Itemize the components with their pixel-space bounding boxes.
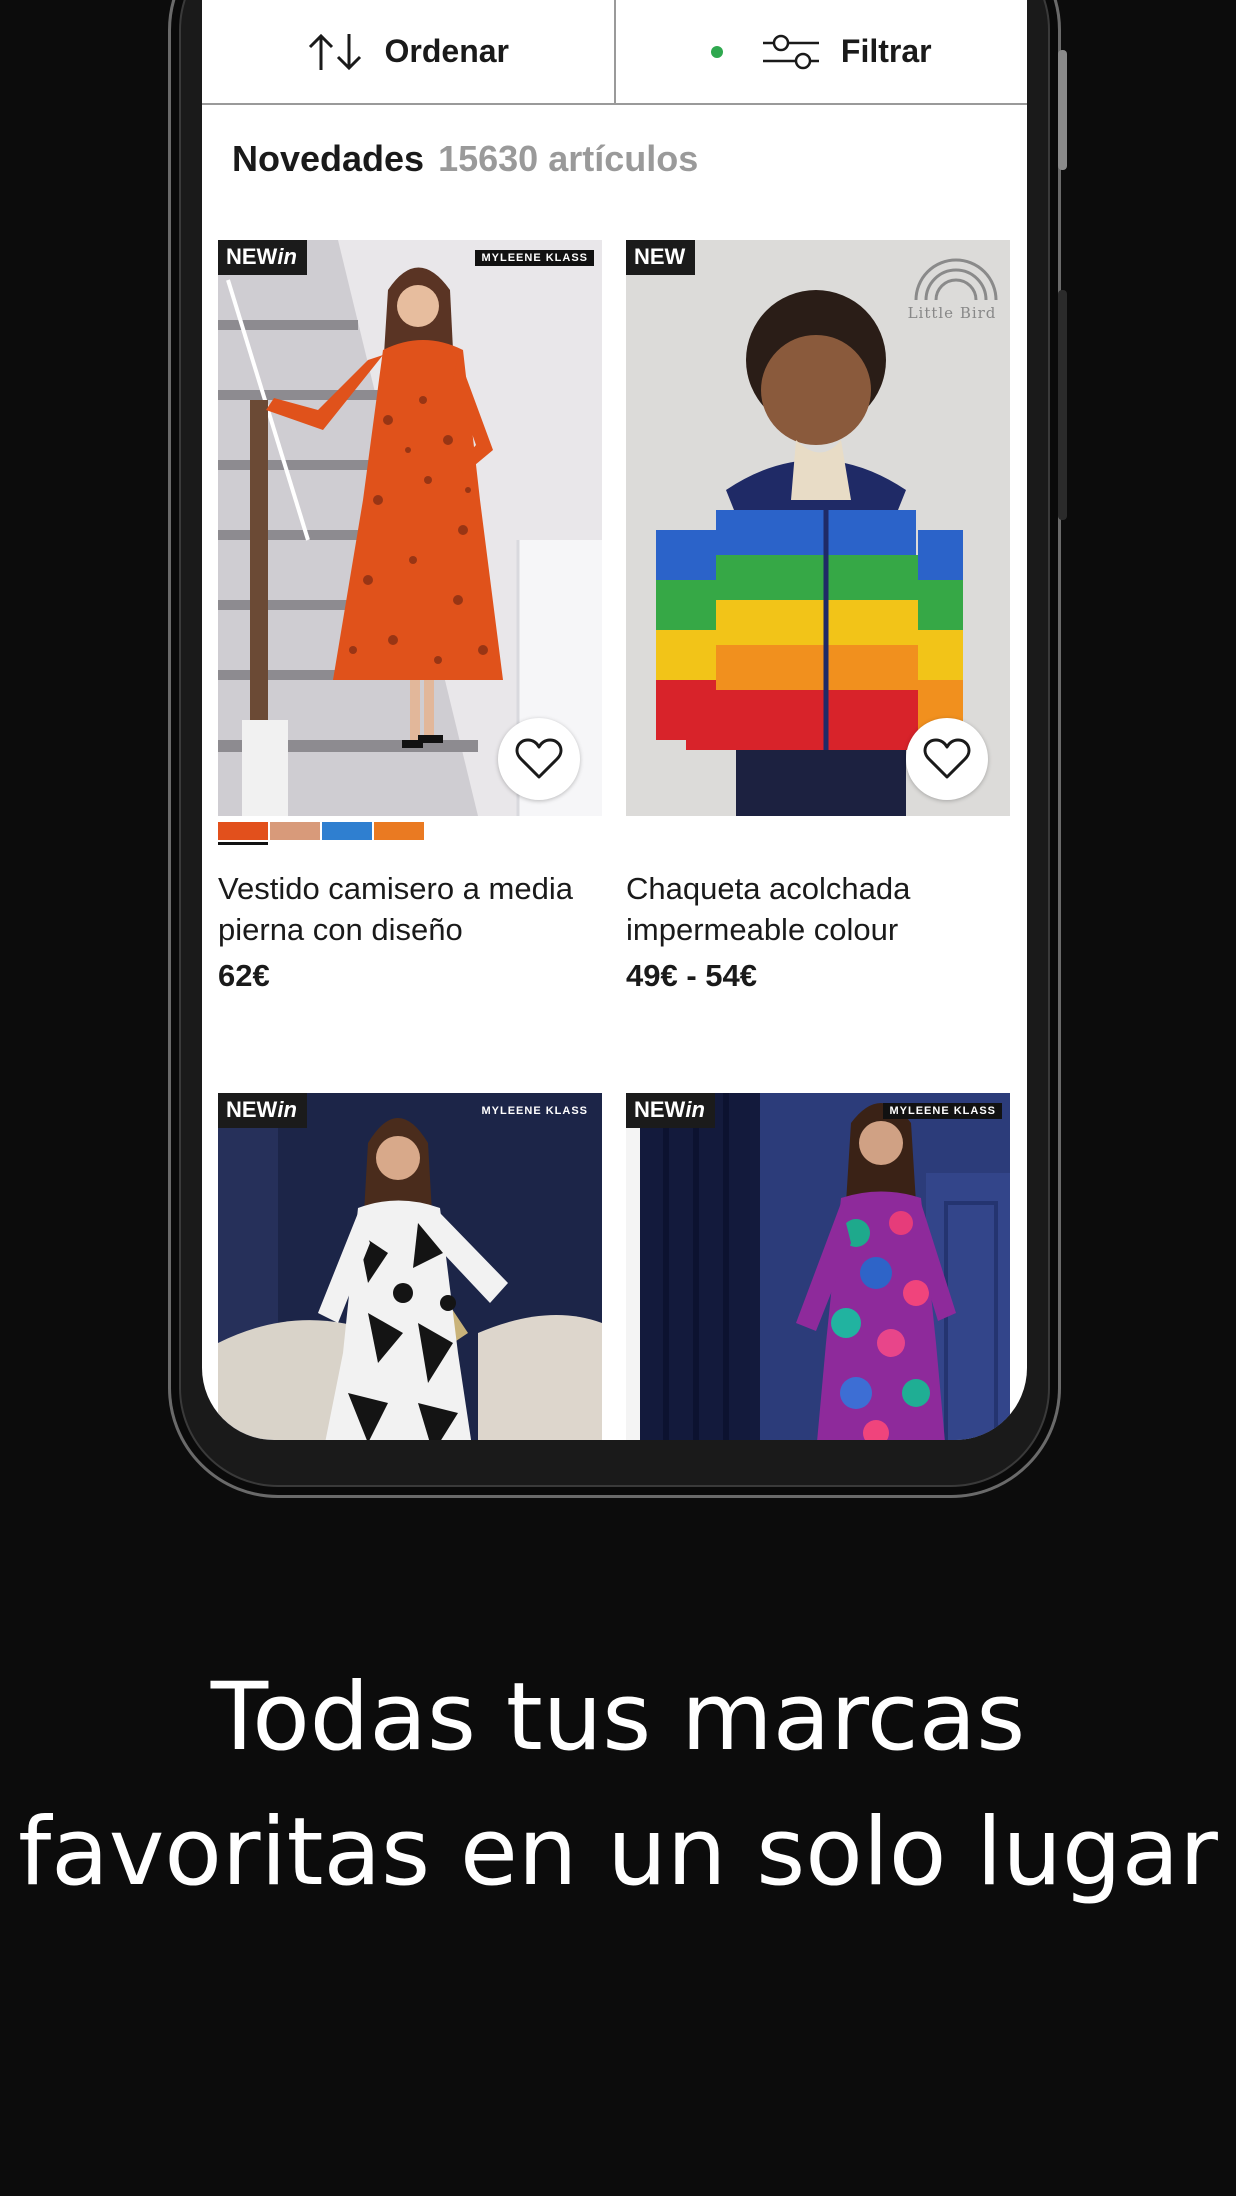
heart-icon — [923, 738, 971, 779]
filter-active-dot — [710, 45, 723, 58]
new-in-badge: NEWin — [218, 240, 307, 275]
badge-new-text: NEW — [226, 244, 278, 269]
product-name[interactable]: Vestido camisero a media pierna con dise… — [218, 868, 608, 950]
filter-sliders-icon — [762, 34, 819, 69]
badge-new-text: NEW — [634, 1097, 686, 1122]
badge-new-text: NEW — [226, 1097, 278, 1122]
product-image[interactable]: NEWin MYLEENE KLASS — [218, 1093, 602, 1440]
floral-dress-photo-illustration — [218, 1093, 602, 1440]
color-swatch[interactable] — [374, 822, 424, 840]
new-in-badge: NEWin — [218, 1093, 307, 1128]
product-name[interactable]: Chaqueta acolchada impermeable colour — [626, 868, 1016, 950]
sort-arrows-icon — [308, 33, 361, 70]
brand-logo: MYLEENE KLASS — [475, 250, 594, 266]
badge-in-text: in — [277, 244, 297, 269]
brand-logo: Little Bird — [907, 304, 997, 322]
promo-tagline: Todas tus marcas favoritas en un solo lu… — [18, 1663, 1218, 1907]
product-image[interactable]: NEW Little Bird — [626, 240, 1010, 816]
app-screen: Ordenar Filtrar Novedades 15630 artículos — [202, 0, 1027, 1440]
badge-in-text: in — [685, 1097, 705, 1122]
sort-label: Ordenar — [384, 33, 509, 69]
color-swatch[interactable] — [322, 822, 372, 840]
badge-in-text: in — [277, 1097, 297, 1122]
sort-button[interactable]: Ordenar — [202, 0, 614, 103]
favorite-button[interactable] — [498, 718, 580, 800]
selected-swatch-indicator — [218, 842, 268, 845]
color-swatches — [218, 822, 426, 840]
new-in-badge: NEW — [626, 240, 696, 275]
product-image[interactable]: NEWin MYLEENE KLASS — [218, 240, 602, 816]
results-count: 15630 artículos — [438, 138, 699, 179]
sort-filter-toolbar: Ordenar Filtrar — [202, 0, 1027, 105]
phone-volume-button — [1058, 290, 1067, 520]
heart-icon — [515, 738, 563, 779]
brand-logo: MYLEENE KLASS — [481, 1105, 588, 1117]
filter-label: Filtrar — [840, 33, 932, 69]
page-title: Novedades — [232, 138, 425, 179]
favorite-button[interactable] — [906, 718, 988, 800]
product-card[interactable]: NEW Little Bird Chaqueta acolchada imper… — [626, 240, 1010, 1020]
phone-power-button — [1058, 50, 1067, 170]
results-heading: Novedades 15630 artículos — [232, 138, 698, 180]
badge-new-text: NEW — [634, 244, 686, 269]
product-card[interactable]: NEWin MYLEENE KLASS — [218, 1093, 602, 1440]
color-swatch[interactable] — [270, 822, 320, 840]
wrap-dress-photo-illustration — [626, 1093, 1010, 1440]
product-card[interactable]: NEWin MYLEENE KLASS — [626, 1093, 1010, 1440]
color-swatch[interactable] — [218, 822, 268, 840]
product-price: 62€ — [218, 958, 270, 993]
product-card[interactable]: NEWin MYLEENE KLASS Vestido camisero a m… — [218, 240, 602, 1020]
brand-logo: MYLEENE KLASS — [883, 1103, 1002, 1119]
new-in-badge: NEWin — [626, 1093, 715, 1128]
product-price: 49€ - 54€ — [626, 958, 757, 993]
filter-button[interactable]: Filtrar — [616, 0, 1028, 103]
product-image[interactable]: NEWin MYLEENE KLASS — [626, 1093, 1010, 1440]
